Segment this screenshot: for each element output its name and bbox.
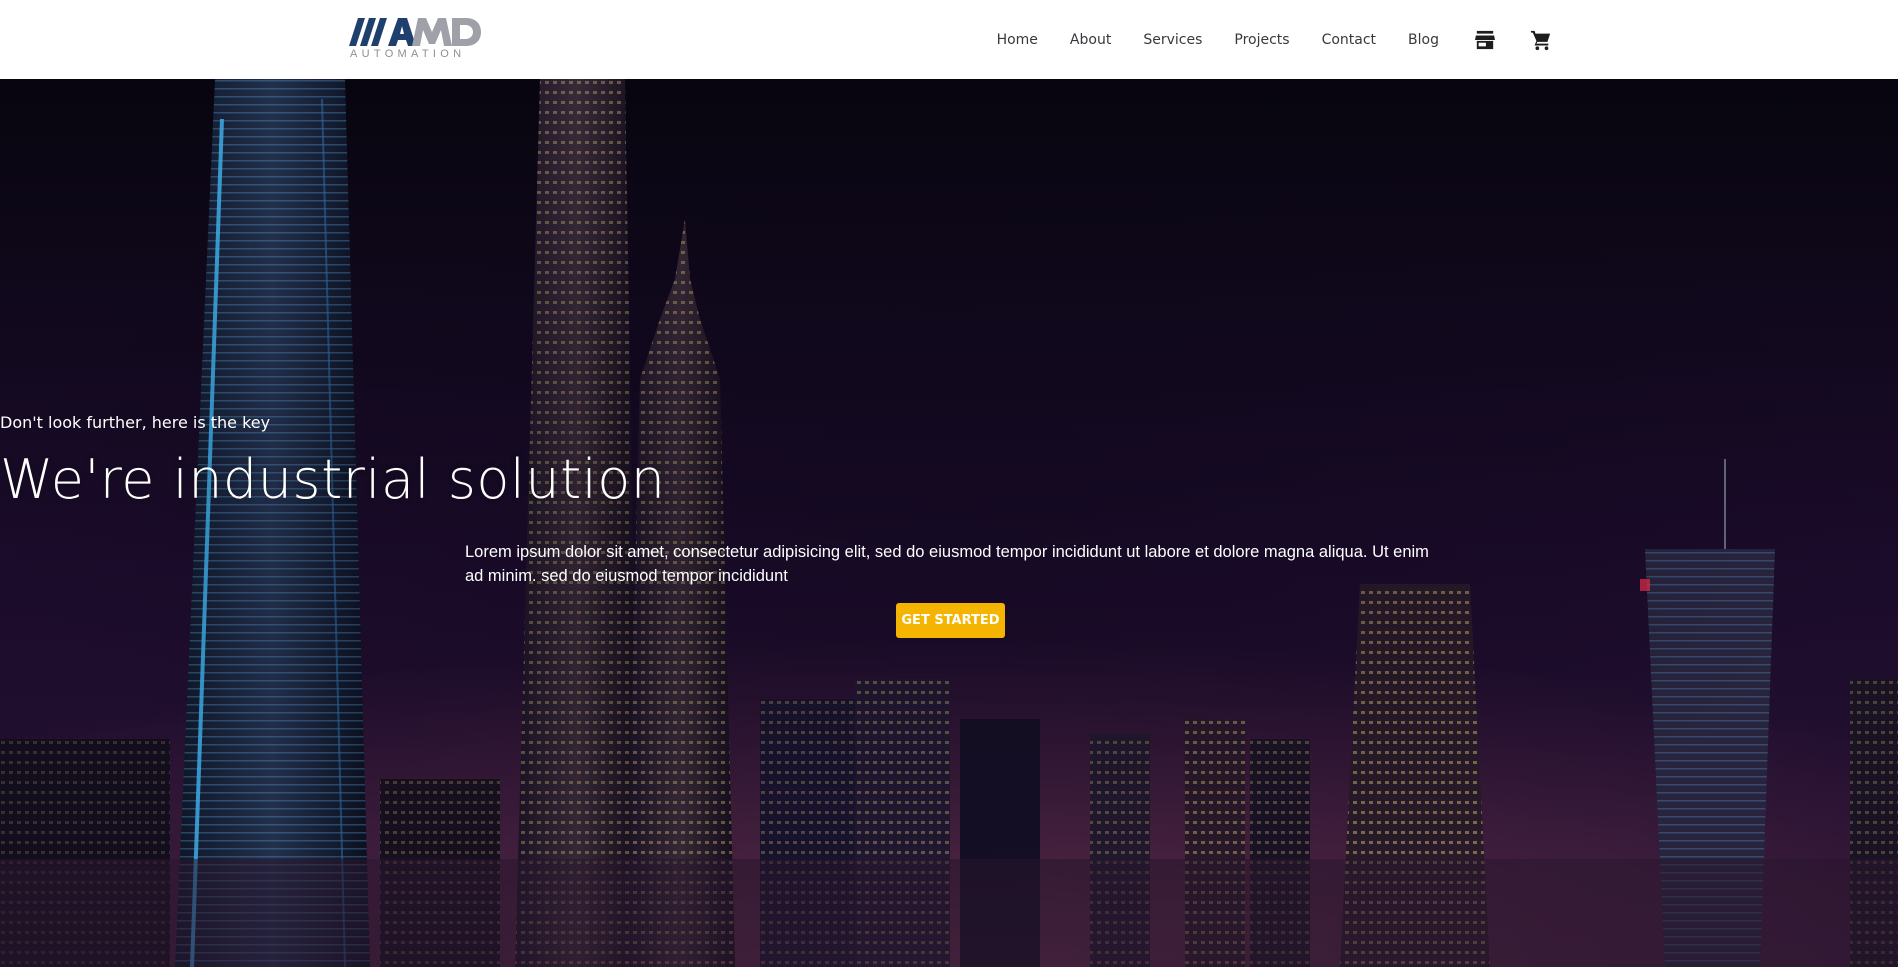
logo[interactable]: AUTOMATION: [348, 16, 482, 62]
nav-projects[interactable]: Projects: [1234, 32, 1289, 48]
nav-contact[interactable]: Contact: [1322, 32, 1376, 48]
shopping-cart-icon[interactable]: [1529, 28, 1553, 52]
main-nav: Home About Services Projects Contact Blo…: [997, 0, 1553, 79]
nav-about[interactable]: About: [1070, 32, 1111, 48]
get-started-button[interactable]: Get Started: [896, 603, 1005, 638]
site-header: AUTOMATION Home About Services Projects …: [0, 0, 1898, 79]
hero-headline: We're industrial solution: [0, 448, 666, 511]
store-icon[interactable]: [1473, 28, 1497, 52]
nav-home[interactable]: Home: [997, 32, 1038, 48]
nav-services[interactable]: Services: [1143, 32, 1202, 48]
logo-subtitle: AUTOMATION: [350, 48, 466, 60]
hero-description: Lorem ipsum dolor sit amet, consectetur …: [465, 543, 1429, 585]
hero-overlay: [0, 79, 1898, 967]
hero-tagline: Don't look further, here is the key: [0, 413, 271, 432]
logo-mark-icon: [349, 18, 481, 46]
nav-blog[interactable]: Blog: [1408, 32, 1439, 48]
hero-section: Don't look further, here is the key We'r…: [0, 79, 1898, 967]
